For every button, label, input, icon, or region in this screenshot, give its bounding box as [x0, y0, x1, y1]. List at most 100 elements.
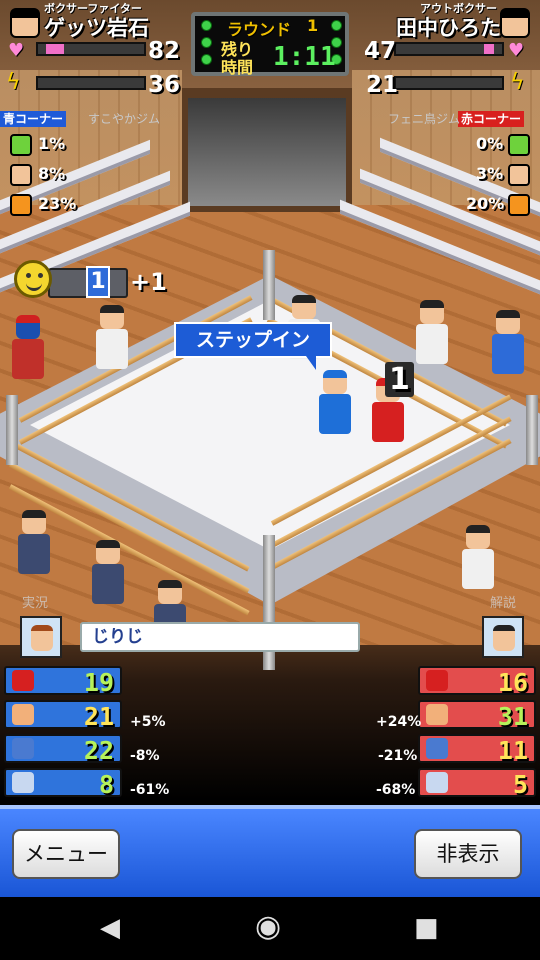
right-punch-panel: 16: [418, 666, 536, 697]
home-icon[interactable]: ◉: [255, 912, 281, 942]
spectator-front: [88, 540, 128, 610]
left-fighter-avatar: [10, 8, 40, 38]
blue-corner-tag: 青コーナー: [0, 111, 67, 127]
right-hp-bar: [394, 42, 504, 56]
round-time: 1:11: [273, 42, 336, 72]
left-stamina-value: 36: [148, 72, 181, 98]
round-number: 1: [307, 16, 319, 35]
right-defense-panel: 11: [418, 734, 536, 765]
spectator-front: [14, 510, 54, 580]
left-defense-pct: -8%: [130, 748, 160, 764]
right-speed-value: 5: [512, 770, 528, 799]
left-speaker-stat: 1%: [38, 134, 66, 153]
defense-icon: [426, 738, 448, 759]
ring-post: [526, 395, 538, 465]
right-speed-pct: -68%: [376, 782, 416, 798]
red-corner-tag: 赤コーナー: [458, 111, 525, 127]
right-hp-value: 47: [364, 38, 397, 64]
left-fire-stat: 23%: [38, 194, 77, 213]
shoe-icon: [426, 772, 448, 793]
muscle-icon: [12, 704, 34, 725]
right-defense-pct: -21%: [378, 748, 418, 764]
cornerman-left: [92, 305, 132, 375]
back-icon[interactable]: ◀: [100, 915, 120, 941]
right-people-stat: 3%: [476, 164, 504, 183]
announcer-portrait: [20, 616, 62, 658]
right-speed-panel: 5: [418, 768, 536, 799]
right-stamina-bar: [394, 76, 504, 90]
glove-icon: [12, 670, 34, 691]
left-speed-pct: -61%: [130, 782, 170, 798]
left-power-panel: 21: [4, 700, 122, 731]
bolt-icon: ϟ: [6, 70, 21, 95]
indicator-dot: [201, 54, 212, 65]
speaker-icon: [508, 134, 530, 156]
left-fighter-name: ゲッツ岩石: [44, 16, 149, 40]
fire-icon: [508, 194, 530, 216]
commentary-text: じりじ: [80, 622, 360, 652]
right-fighter-avatar: [500, 8, 530, 38]
right-speaker-stat: 0%: [476, 134, 504, 153]
left-hp-bar: [36, 42, 146, 56]
left-power-value: 21: [83, 702, 114, 731]
defense-icon: [12, 738, 34, 759]
people-icon: [508, 164, 530, 186]
right-power-value: 31: [497, 702, 528, 731]
hide-button[interactable]: 非表示: [414, 829, 522, 879]
muscle-icon: [426, 704, 448, 725]
indicator-dot: [201, 20, 212, 31]
commentary-left-label: 実況: [22, 596, 49, 611]
left-gym-name: すこやかジム: [88, 112, 161, 126]
ring-post: [6, 395, 18, 465]
shoe-icon: [12, 772, 34, 793]
left-hp-value: 82: [148, 38, 181, 64]
combo-bonus: +1: [130, 268, 167, 296]
right-fighter-name: 田中ひろた: [396, 16, 501, 40]
heart-icon: ♥: [508, 40, 525, 61]
mask-wrestler-spectator: [8, 315, 48, 385]
recents-icon[interactable]: ■: [414, 915, 439, 941]
cornerman-right: [412, 300, 452, 370]
round-timer-panel: ラウンド 1 残り 時間 1:11: [191, 12, 349, 77]
left-stamina-bar: [36, 76, 146, 90]
left-speed-value: 8: [98, 770, 114, 799]
left-defense-panel: 22: [4, 734, 122, 765]
bolt-icon: ϟ: [510, 70, 525, 95]
left-punch-panel: 19: [4, 666, 122, 697]
fire-icon: [10, 194, 32, 216]
speaker-icon: [10, 134, 32, 156]
action-callout: ステップイン: [174, 322, 332, 370]
bottom-menu-bar: メニュー 非表示: [0, 805, 540, 897]
right-gym-name: フェニ鳥ジム: [388, 112, 461, 126]
right-stamina-value: 21: [366, 72, 399, 98]
ring-post: [263, 250, 275, 320]
people-icon: [10, 164, 32, 186]
right-defense-value: 11: [497, 736, 528, 765]
arena-entrance: [182, 88, 352, 212]
commentary-right-label: 解説: [490, 596, 517, 611]
indicator-dot: [201, 37, 212, 48]
commentator-right: [458, 525, 498, 595]
left-punch-value: 19: [83, 668, 114, 697]
right-power-panel: 31: [418, 700, 536, 731]
glove-icon: [426, 670, 448, 691]
boxer-blue[interactable]: [315, 370, 355, 440]
smiley-icon: [14, 260, 52, 298]
analyst-portrait: [482, 616, 524, 658]
menu-button[interactable]: メニュー: [12, 829, 120, 879]
right-punch-value: 16: [497, 668, 528, 697]
left-defense-value: 22: [83, 736, 114, 765]
left-power-pct: +5%: [130, 714, 166, 730]
heart-icon: ♥: [8, 40, 25, 61]
spectator-right: [488, 310, 528, 380]
indicator-dot: [331, 20, 342, 31]
left-people-stat: 8%: [38, 164, 66, 183]
android-nav-bar: ◀ ◉ ■: [0, 897, 540, 960]
hit-count-badge: 1: [385, 362, 414, 397]
right-power-pct: +24%: [376, 714, 422, 730]
time-label: 時間: [221, 58, 254, 77]
right-fire-stat: 20%: [466, 194, 505, 213]
combo-count: 1: [86, 266, 110, 298]
game-view[interactable]: ボクサーファイター ゲッツ岩石 ♥ 82 ϟ 36 アウトボクサー 田中ひろた …: [0, 0, 540, 810]
left-speed-panel: 8: [4, 768, 122, 799]
